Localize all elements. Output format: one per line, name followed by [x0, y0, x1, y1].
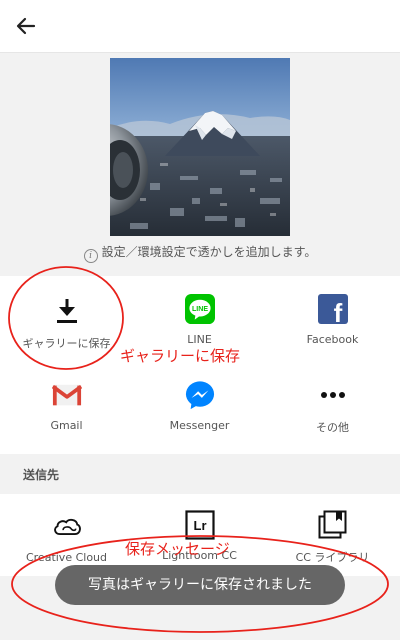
share-label: Facebook [306, 333, 359, 346]
info-text: 設定／環境設定で透かしを追加します。 [101, 245, 317, 259]
destination-label: CC ライブラリ [295, 551, 370, 564]
annotation-toast-label: 保存メッセージ [125, 540, 230, 558]
share-label: ギャラリーに保存 [22, 337, 111, 350]
annotation-gallery-label: ギャラリーに保存 [120, 347, 241, 365]
back-button[interactable] [10, 10, 42, 42]
share-save-to-gallery[interactable]: ギャラリーに保存 [0, 296, 133, 351]
facebook-icon: f [317, 294, 348, 324]
destinations-panel: Creative Cloud Lr Lightroom CC CC ライブラリ [0, 494, 400, 576]
top-bar [0, 0, 400, 53]
share-gmail[interactable]: Gmail [0, 380, 133, 432]
creative-cloud-icon [52, 512, 82, 542]
svg-text:f: f [333, 298, 342, 324]
share-more[interactable]: その他 [266, 380, 399, 435]
destination-creative-cloud[interactable]: Creative Cloud [0, 512, 133, 564]
destination-label: Creative Cloud [25, 551, 108, 564]
share-line[interactable]: LINE LINE [133, 294, 266, 346]
messenger-icon [185, 380, 215, 410]
download-icon [52, 296, 82, 326]
share-label: その他 [316, 421, 349, 434]
cc-library-icon [318, 510, 348, 540]
line-icon: LINE [184, 294, 215, 324]
lightroom-icon: Lr [184, 510, 215, 540]
info-icon: i [83, 249, 98, 263]
more-icon [318, 380, 348, 410]
toast-message: 写真はギャラリーに保存されました [55, 565, 345, 605]
destination-cc-library[interactable]: CC ライブラリ [266, 510, 399, 565]
share-label: Gmail [50, 419, 83, 432]
photo-preview [110, 58, 290, 236]
svg-text:Lr: Lr [193, 518, 206, 533]
gmail-icon [51, 380, 82, 410]
share-facebook[interactable]: f Facebook [266, 294, 399, 346]
destinations-section-label: 送信先 [23, 468, 60, 482]
share-messenger[interactable]: Messenger [133, 380, 266, 432]
svg-text:LINE: LINE [191, 306, 207, 313]
preview-area: i 設定／環境設定で透かしを追加します。 [0, 53, 400, 275]
share-label: Messenger [169, 419, 230, 432]
watermark-info: i 設定／環境設定で透かしを追加します。 [0, 243, 400, 263]
arrow-left-icon [16, 17, 36, 35]
